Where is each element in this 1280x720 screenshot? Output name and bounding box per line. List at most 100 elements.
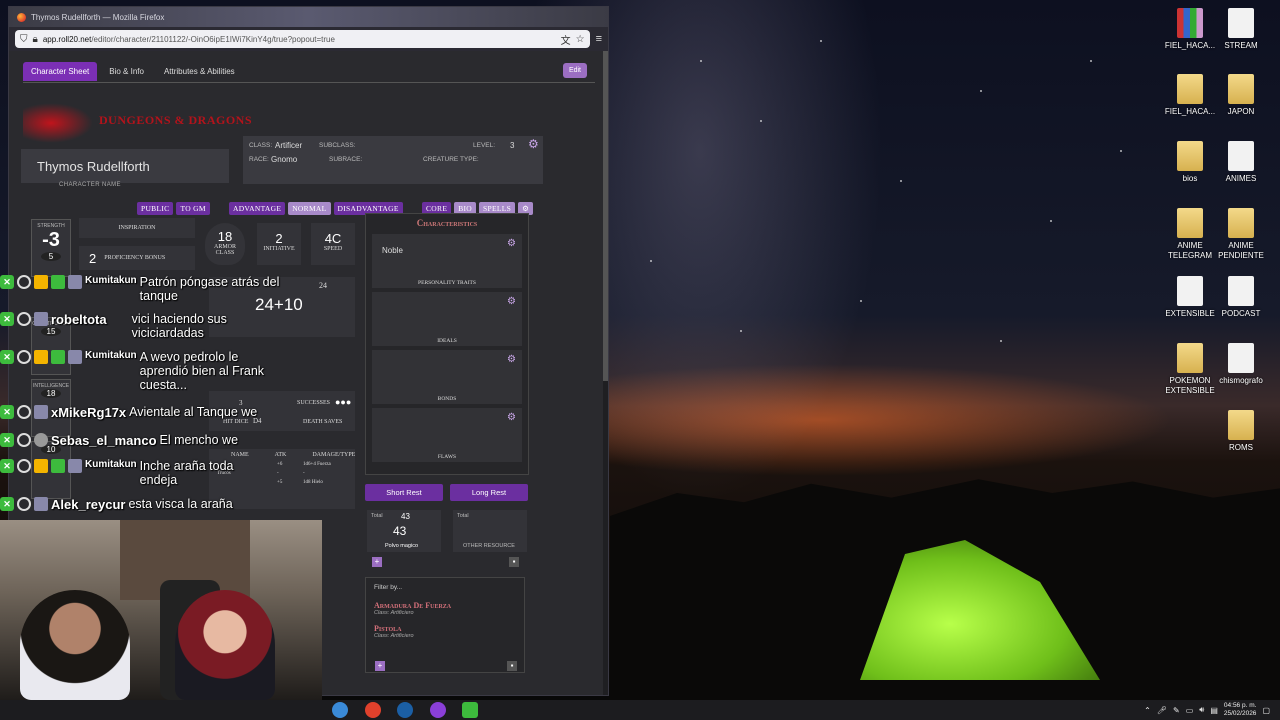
flaws-field[interactable]: ⚙ FLAWS <box>372 408 522 462</box>
network-icon[interactable]: ▭ <box>1186 706 1194 715</box>
speed-box[interactable]: 4C SPEED <box>311 223 355 265</box>
xbox-icon: ✕ <box>0 312 14 326</box>
initiative-value: 2 <box>275 231 283 246</box>
window-titlebar[interactable]: Thymos Rudellforth — Mozilla Firefox <box>9 7 608 27</box>
pen-icon[interactable]: ✎ <box>1173 706 1180 715</box>
lock-icon[interactable]: ▪ <box>509 557 519 567</box>
ideals-field[interactable]: ⚙ IDEALS <box>372 292 522 346</box>
desktop-icon[interactable]: JAPON <box>1211 74 1271 117</box>
strength-box[interactable]: STRENGTH -3 5 <box>31 219 71 277</box>
xbox-icon: ✕ <box>0 405 14 419</box>
obs-icon[interactable] <box>365 702 381 718</box>
gear-icon[interactable]: ⚙ <box>507 354 516 365</box>
lock-icon[interactable]: ▪ <box>507 661 517 671</box>
tab-attributes-abilities[interactable]: Attributes & Abilities <box>156 62 243 81</box>
winrar-icon <box>1177 8 1203 38</box>
flaws-label: FLAWS <box>437 454 457 460</box>
chat-message: ✕ Alek_reycur esta visca la araña <box>0 497 233 512</box>
personality-traits-field[interactable]: Noble ⚙ PERSONALITY TRAITS <box>372 234 522 288</box>
folder-icon <box>1177 141 1203 171</box>
feature-item[interactable]: Pistola Class: Artificiero <box>366 620 524 643</box>
avatar <box>68 350 82 364</box>
shield-icon[interactable]: ⛉ <box>20 34 28 45</box>
user-icon <box>17 405 31 419</box>
edit-button[interactable]: Edit <box>562 63 587 78</box>
class-value[interactable]: Artificer <box>275 141 302 150</box>
url-domain: app.roll20.net <box>42 34 92 44</box>
inspiration-box[interactable]: INSPIRATION <box>79 218 195 238</box>
lock-icon[interactable]: 🔒︎ <box>33 34 38 45</box>
keyboard-icon[interactable]: ▤ <box>1210 706 1218 715</box>
settings-gear-icon[interactable]: ⚙ <box>528 137 539 151</box>
resource-name: Polvo magico <box>385 543 419 549</box>
avatar <box>68 275 82 289</box>
death-save-circles[interactable]: ●●● <box>335 397 351 407</box>
class-label: CLASS: <box>249 142 273 149</box>
app-icon[interactable] <box>462 702 478 718</box>
tab-character-sheet[interactable]: Character Sheet <box>23 62 98 81</box>
file-icon <box>1177 276 1203 306</box>
character-name-field[interactable]: Thymos Rudellforth <box>21 149 229 183</box>
short-rest-button[interactable]: Short Rest <box>365 484 443 501</box>
page-scrollbar[interactable] <box>603 51 608 695</box>
avatar <box>34 405 48 419</box>
to-gm-toggle[interactable]: TO GM <box>176 202 210 215</box>
feature-name: Armadura De Fuerza <box>374 601 452 610</box>
gear-icon[interactable]: ⚙ <box>507 412 516 423</box>
desktop-icon[interactable]: ROMS <box>1211 410 1271 453</box>
desktop-icon[interactable]: STREAM <box>1211 8 1271 51</box>
avatar <box>34 433 48 447</box>
add-resource-plus-icon[interactable]: + <box>372 557 382 567</box>
scrollbar-thumb[interactable] <box>603 51 608 381</box>
bookmark-star-icon[interactable]: ☆ <box>576 34 585 45</box>
clock[interactable]: 04:56 p. m. 25/02/2026 <box>1224 702 1257 718</box>
desktop-icon[interactable]: ANIME PENDIENTE <box>1211 208 1271 261</box>
desktop-icon[interactable]: PODCAST <box>1211 276 1271 319</box>
advantage-toggle[interactable]: ADVANTAGE <box>229 202 286 215</box>
level-value[interactable]: 3 <box>510 141 514 150</box>
edge-icon[interactable] <box>332 702 348 718</box>
desktop-icon[interactable]: chismografo <box>1211 343 1271 386</box>
desktop-icon[interactable]: ANIMES <box>1211 141 1271 184</box>
long-rest-button[interactable]: Long Rest <box>450 484 528 501</box>
gear-icon[interactable]: ⚙ <box>507 296 516 307</box>
gear-icon[interactable]: ⚙ <box>507 238 516 249</box>
clock-date: 25/02/2026 <box>1223 710 1257 717</box>
folder-icon <box>1228 410 1254 440</box>
translate-icon[interactable]: 文 <box>561 32 571 47</box>
roll-visibility-toggle: PUBLIC TO GM <box>137 202 210 215</box>
race-value[interactable]: Gnomo <box>271 155 297 164</box>
folder-icon <box>1177 343 1203 373</box>
steam-icon[interactable] <box>397 702 413 718</box>
badge-icon <box>34 275 48 289</box>
tab-bio-info[interactable]: Bio & Info <box>101 62 152 81</box>
initiative-box[interactable]: 2 INITIATIVE <box>257 223 301 265</box>
xbox-icon: ✕ <box>0 459 14 473</box>
microphone-icon[interactable]: 🎤︎ <box>1157 706 1167 715</box>
address-field[interactable]: ⛉ 🔒︎ app.roll20.net/editor/character/211… <box>15 30 590 48</box>
volume-icon[interactable]: 🔊︎ <box>1199 705 1204 715</box>
firefox-icon[interactable] <box>430 702 446 718</box>
bonds-field[interactable]: ⚙ BONDS <box>372 350 522 404</box>
folder-icon <box>1177 74 1203 104</box>
chat-text: Avientale al Tanque we <box>129 405 258 419</box>
initiative-label: INITIATIVE <box>263 246 295 252</box>
filter-input[interactable]: Filter by... <box>366 578 524 597</box>
folder-icon <box>1228 74 1254 104</box>
creature-type-label: CREATURE TYPE: <box>423 156 479 163</box>
folder-icon <box>1177 208 1203 238</box>
public-toggle[interactable]: PUBLIC <box>137 202 174 215</box>
feature-item[interactable]: Armadura De Fuerza Class: Artificiero <box>366 597 524 620</box>
hamburger-menu-icon[interactable]: ≡ <box>596 33 602 45</box>
url-bar: ⛉ 🔒︎ app.roll20.net/editor/character/211… <box>9 27 608 51</box>
sheet-tabs: Character Sheet Bio & Info Attributes & … <box>23 61 595 83</box>
chevron-up-icon[interactable]: ⌃ <box>1144 706 1151 715</box>
chat-message: ✕ xMikeRg17x Avientale al Tanque we <box>0 405 257 420</box>
notification-icon[interactable]: ▢ <box>1262 706 1270 715</box>
armor-class-box[interactable]: 18 ARMOR CLASS <box>205 223 245 265</box>
chat-message: ✕ Kumitakun Inche araña toda endeja <box>0 459 270 487</box>
resource-value[interactable]: 43 <box>393 524 406 538</box>
chat-username: robeltota <box>51 312 107 327</box>
normal-toggle[interactable]: NORMAL <box>288 202 331 215</box>
add-feature-plus-icon[interactable]: + <box>375 661 385 671</box>
